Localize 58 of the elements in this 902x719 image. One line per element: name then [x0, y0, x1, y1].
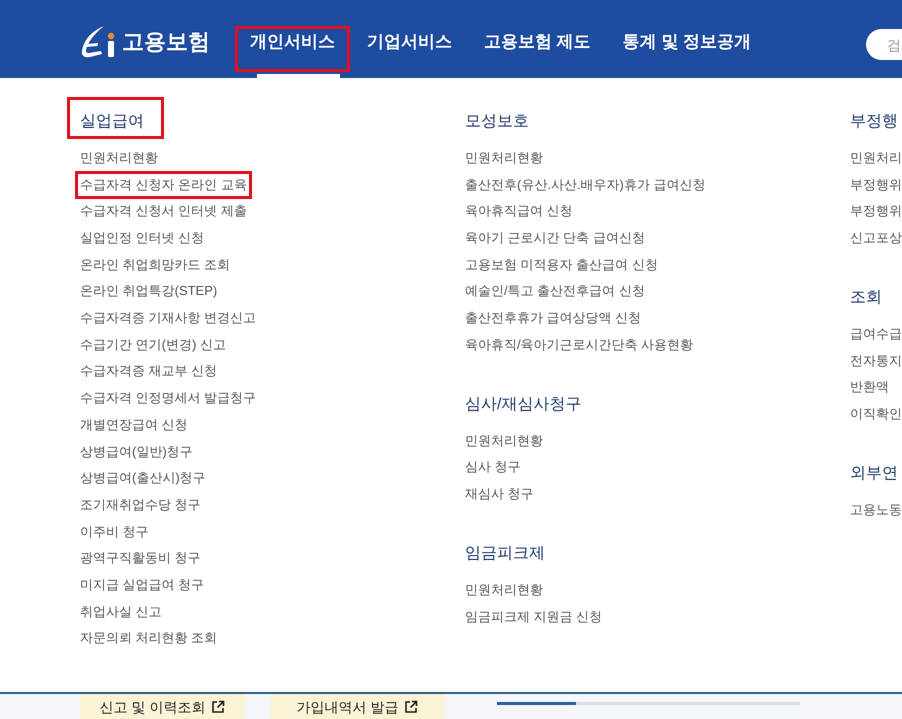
menu-link[interactable]: 고용보험 미적용자 출산급여 신청: [465, 256, 658, 274]
external-link-icon: [211, 700, 226, 714]
menu-link[interactable]: 육아휴직급여 신청: [465, 202, 573, 220]
menu-link[interactable]: 고용노동: [850, 500, 902, 519]
menu-link[interactable]: 온라인 취업특강(STEP): [80, 282, 218, 300]
menu-link[interactable]: 민원처리현황: [465, 432, 543, 450]
menu-link[interactable]: 취업사실 신고: [80, 602, 162, 621]
nav-tab[interactable]: 고용보험 제도: [469, 26, 606, 78]
menu-link[interactable]: 실업인정 인터넷 신청: [80, 229, 204, 247]
menu-link[interactable]: 개별연장급여 신청: [80, 416, 188, 434]
menu-link[interactable]: 광역구직활동비 청구: [80, 549, 201, 568]
menu-link[interactable]: 민원처리현황: [80, 148, 158, 167]
menu-link[interactable]: 이직확인: [850, 404, 902, 423]
menu-link[interactable]: 수급자격 신청서 인터넷 제출: [80, 202, 247, 220]
nav-tab[interactable]: 개인서비스: [235, 26, 350, 78]
menu-link[interactable]: 급여수급: [850, 324, 902, 343]
menu-link[interactable]: 수급자격증 재교부 신청: [80, 362, 218, 380]
quick-link-button[interactable]: 가입내역서 발급: [270, 694, 445, 719]
section-heading: 심사/재심사청구: [465, 394, 582, 415]
menu-link[interactable]: 임금피크제 지원금 신청: [465, 608, 602, 626]
external-link-icon: [404, 700, 418, 714]
menu-link[interactable]: 부정행위: [850, 202, 902, 220]
menu-link[interactable]: 재심사 청구: [465, 485, 534, 503]
menu-link[interactable]: 수급자격 인정명세서 발급청구: [80, 389, 256, 408]
section-heading: 실업급여: [67, 97, 164, 139]
menu-link[interactable]: 온라인 취업희망카드 조회: [80, 256, 230, 274]
menu-link[interactable]: 조기재취업수당 청구: [80, 496, 201, 514]
menu-link[interactable]: 이주비 청구: [80, 522, 149, 541]
search-field[interactable]: 검: [866, 29, 902, 60]
menu-link[interactable]: 미지급 실업급여 청구: [80, 576, 204, 594]
menu-link[interactable]: 출산전후(유산.사산.배우자)휴가 급여신청: [465, 176, 706, 194]
menu-link[interactable]: 민원처리현황: [465, 148, 543, 167]
nav-tab[interactable]: 통계 및 정보공개: [608, 26, 766, 78]
menu-link[interactable]: 자문의뢰 처리현황 조회: [80, 629, 218, 648]
menu-link[interactable]: 부정행위: [850, 176, 902, 194]
menu-link[interactable]: 심사 청구: [465, 458, 521, 476]
quick-link-button[interactable]: 신고 및 이력조회: [80, 694, 245, 719]
section-heading: 조회: [850, 288, 882, 308]
menu-link[interactable]: 반환액: [850, 378, 889, 396]
menu-link[interactable]: 상병급여(출산시)청구: [80, 469, 206, 488]
menu-link[interactable]: 육아휴직/육아기근로시간단축 사용현황: [465, 336, 694, 354]
section-heading: 외부연: [850, 464, 898, 484]
section-heading: 모성보호: [465, 112, 529, 132]
menu-link[interactable]: 민원처리: [850, 148, 902, 167]
menu-link[interactable]: 전자통지: [850, 352, 902, 370]
menu-link[interactable]: 예술인/특고 출산전후급여 신청: [465, 282, 645, 300]
section-heading: 부정행: [850, 112, 898, 132]
menu-link[interactable]: 수급기간 연기(변경) 신고: [80, 336, 226, 354]
menu-link[interactable]: 출산전후휴가 급여상당액 신청: [465, 309, 642, 328]
menu-link[interactable]: 상병급여(일반)청구: [80, 442, 193, 460]
menu-link[interactable]: 민원처리현황: [465, 580, 543, 599]
menu-link[interactable]: 수급자격증 기재사항 변경신고: [80, 309, 256, 328]
menu-link[interactable]: 신고포상: [850, 229, 902, 247]
nav-tab[interactable]: 기업서비스: [352, 26, 467, 78]
menu-link[interactable]: 육아기 근로시간 단축 급여신청: [465, 229, 645, 247]
logo-text: 고용보험: [122, 28, 210, 56]
menu-link[interactable]: 수급자격 신청자 온라인 교육: [75, 170, 252, 199]
section-heading: 임금피크제: [465, 544, 545, 564]
